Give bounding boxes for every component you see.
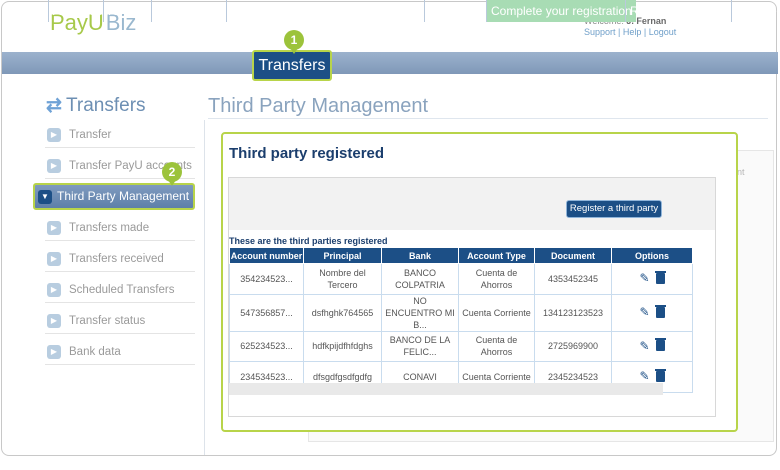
column-header: Document — [534, 247, 612, 264]
page-title: Third Party Management — [208, 95, 429, 117]
column-header: Bank — [381, 247, 459, 264]
table-row: 354234523... Nombre del Tercero BANCO CO… — [229, 263, 693, 295]
table-row: 547356857... dsfhghk764565 NO ENCUENTRO … — [229, 293, 693, 332]
sidebar-item-transfer[interactable]: ▶ Transfer — [45, 122, 195, 148]
pencil-icon[interactable]: ✎ — [639, 370, 649, 382]
arrow-right-icon: ▶ — [47, 128, 61, 142]
cell-account-type: Cuenta de Ahorros — [458, 263, 535, 295]
table-caption: These are the third parties registered — [229, 236, 388, 246]
main-nav — [2, 52, 778, 74]
trash-icon[interactable] — [654, 304, 666, 318]
cell-options: ✎ — [611, 330, 693, 362]
pencil-icon[interactable]: ✎ — [639, 272, 649, 284]
sidebar-title: ⇄ Transfers — [46, 94, 146, 117]
arrow-down-icon: ▼ — [38, 190, 52, 204]
column-header: Account Type — [458, 247, 535, 264]
nav-reports[interactable]: Reports — [103, 0, 154, 22]
sidebar-item-label: Transfers made — [69, 222, 150, 234]
cell-bank: BANCO DE LA FELIC... — [381, 330, 459, 362]
sidebar-item-scheduled-transfers[interactable]: ▶ Scheduled Transfers — [45, 277, 195, 303]
panel-title: Third party registered — [229, 145, 385, 162]
cell-account-number: 547356857... — [229, 293, 304, 332]
arrow-right-icon: ▶ — [47, 314, 61, 328]
horizontal-scrollbar[interactable] — [229, 383, 663, 395]
cell-document: 2725969900 — [534, 330, 612, 362]
trash-icon[interactable] — [654, 270, 666, 284]
arrow-right-icon: ▶ — [47, 283, 61, 297]
cell-bank: NO ENCUENTRO MI B... — [381, 293, 459, 332]
nav-disputes[interactable]: Disputes — [731, 0, 780, 22]
sidebar-item-transfer-status[interactable]: ▶ Transfer status — [45, 308, 195, 334]
nav-accounts[interactable]: Accounts — [48, 0, 106, 22]
step-marker-1: 1 — [284, 30, 304, 54]
sidebar-item-label: Transfer status — [69, 315, 146, 327]
nav-user[interactable]: User — [226, 0, 260, 22]
table-header-row: Account number Principal Bank Account Ty… — [229, 247, 693, 264]
sidebar-divider — [204, 120, 205, 455]
sidebar-item-label: Scheduled Transfers — [69, 284, 175, 296]
nav-recurring-payments[interactable]: Recurring payments — [625, 0, 741, 22]
cell-document: 134123123523 — [534, 293, 612, 332]
sidebar-item-transfers-received[interactable]: ▶ Transfers received — [45, 246, 195, 272]
register-third-party-button[interactable]: Register a third party — [566, 200, 662, 218]
arrow-right-icon: ▶ — [47, 221, 61, 235]
cell-account-type: Cuenta de Ahorros — [458, 330, 535, 362]
sidebar-item-third-party-management[interactable]: ▼ Third Party Management — [33, 183, 195, 210]
sidebar-item-label: Bank data — [69, 346, 121, 358]
cell-account-type: Cuenta Corriente — [458, 293, 535, 332]
step-marker-2: 2 — [162, 162, 182, 186]
column-header: Options — [611, 247, 693, 264]
cell-options: ✎ — [611, 293, 693, 332]
transfer-arrows-icon: ⇄ — [46, 95, 62, 116]
trash-icon[interactable] — [654, 368, 666, 382]
sidebar-title-text: Transfers — [66, 95, 146, 116]
arrow-right-icon: ▶ — [47, 159, 61, 173]
cell-document: 4353452345 — [534, 263, 612, 295]
account-links[interactable]: Support | Help | Logout — [584, 27, 676, 38]
nav-user-tools[interactable]: User Tools — [424, 0, 489, 22]
nav-complete-registration[interactable]: Complete your registration — [486, 0, 636, 22]
arrow-right-icon: ▶ — [47, 252, 61, 266]
cell-options: ✎ — [611, 263, 693, 295]
column-header: Principal — [303, 247, 382, 264]
column-header: Account number — [229, 247, 304, 264]
sidebar-item-label: Transfer — [69, 129, 112, 141]
third-party-table: Account number Principal Bank Account Ty… — [229, 247, 693, 393]
cell-principal: hdfkpijdfhfdghs — [303, 330, 382, 362]
sidebar-item-bank-data[interactable]: ▶ Bank data — [45, 339, 195, 365]
nav-transfers-active[interactable]: Transfers — [252, 50, 332, 81]
arrow-right-icon: ▶ — [47, 345, 61, 359]
cell-principal: dsfhghk764565 — [303, 293, 382, 332]
cell-account-number: 625234523... — [229, 330, 304, 362]
cell-account-number: 354234523... — [229, 263, 304, 295]
cell-bank: BANCO COLPATRIA — [381, 263, 459, 295]
title-divider — [208, 118, 768, 119]
table-row: 625234523... hdfkpijdfhfdghs BANCO DE LA… — [229, 330, 693, 362]
sidebar-item-label: Third Party Management — [57, 189, 190, 203]
sidebar-item-label: Transfers received — [69, 253, 164, 265]
nav-configuration[interactable]: Configuration — [151, 0, 231, 22]
cell-principal: Nombre del Tercero — [303, 263, 382, 295]
sidebar-item-transfers-made[interactable]: ▶ Transfers made — [45, 215, 195, 241]
pencil-icon[interactable]: ✎ — [639, 306, 649, 318]
trash-icon[interactable] — [654, 338, 666, 352]
pencil-icon[interactable]: ✎ — [639, 340, 649, 352]
